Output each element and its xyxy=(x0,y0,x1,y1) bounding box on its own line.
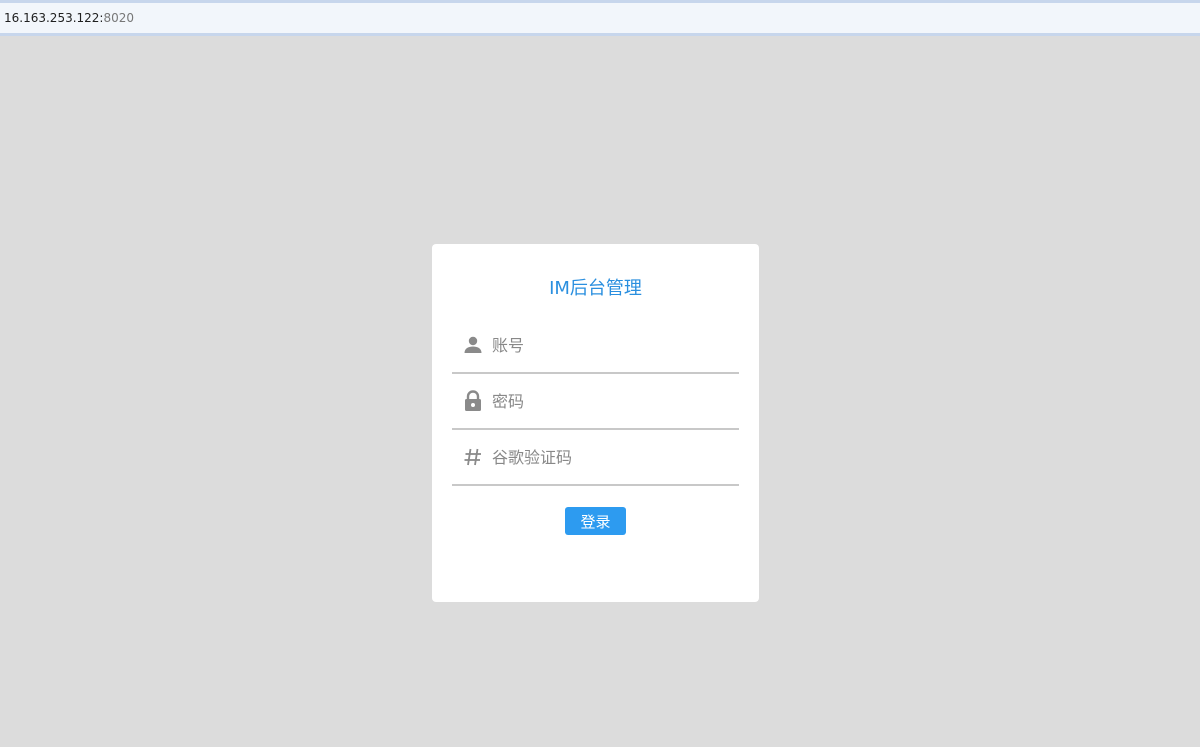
password-field[interactable] xyxy=(452,374,739,430)
captcha-field[interactable] xyxy=(452,430,739,486)
login-button[interactable]: 登录 xyxy=(565,507,626,535)
url-host: 16.163.253.122: xyxy=(4,11,104,25)
account-field[interactable] xyxy=(452,318,739,374)
login-card: IM后台管理 登 xyxy=(432,244,759,602)
hash-icon xyxy=(462,446,484,468)
captcha-input[interactable] xyxy=(492,442,732,472)
password-input[interactable] xyxy=(492,386,732,416)
address-bar[interactable]: 16.163.253.122: 8020 xyxy=(0,0,1200,36)
account-input[interactable] xyxy=(492,330,732,360)
login-title: IM后台管理 xyxy=(549,278,642,299)
lock-icon xyxy=(462,390,484,412)
user-icon xyxy=(462,334,484,356)
url-port: 8020 xyxy=(103,11,135,25)
